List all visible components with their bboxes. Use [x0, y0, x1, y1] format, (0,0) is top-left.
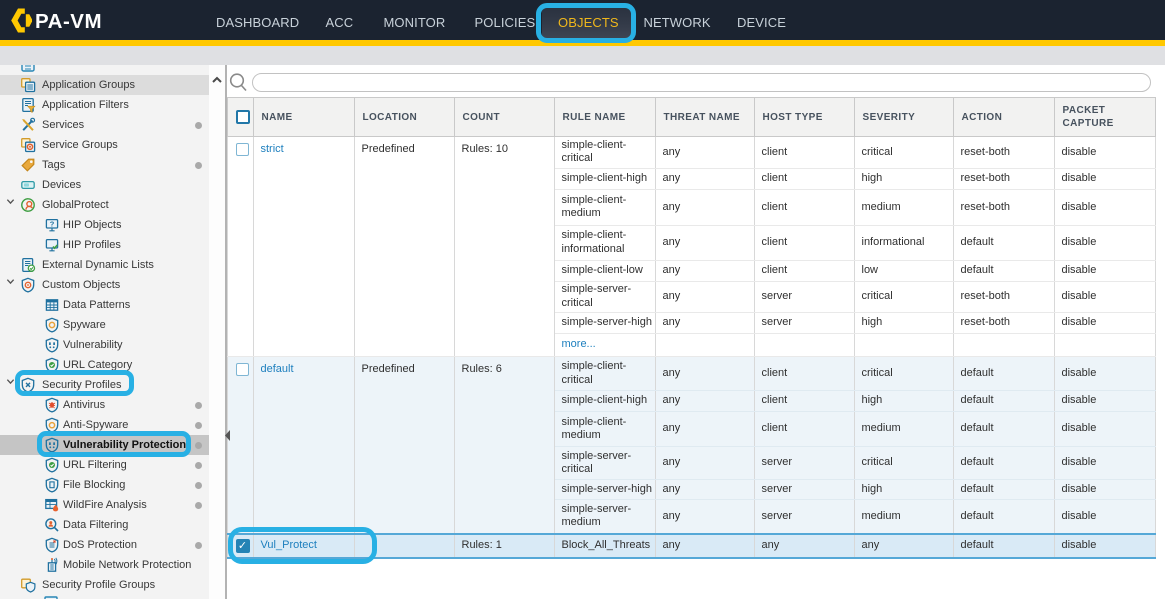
svg-text:?: ? [50, 219, 55, 228]
